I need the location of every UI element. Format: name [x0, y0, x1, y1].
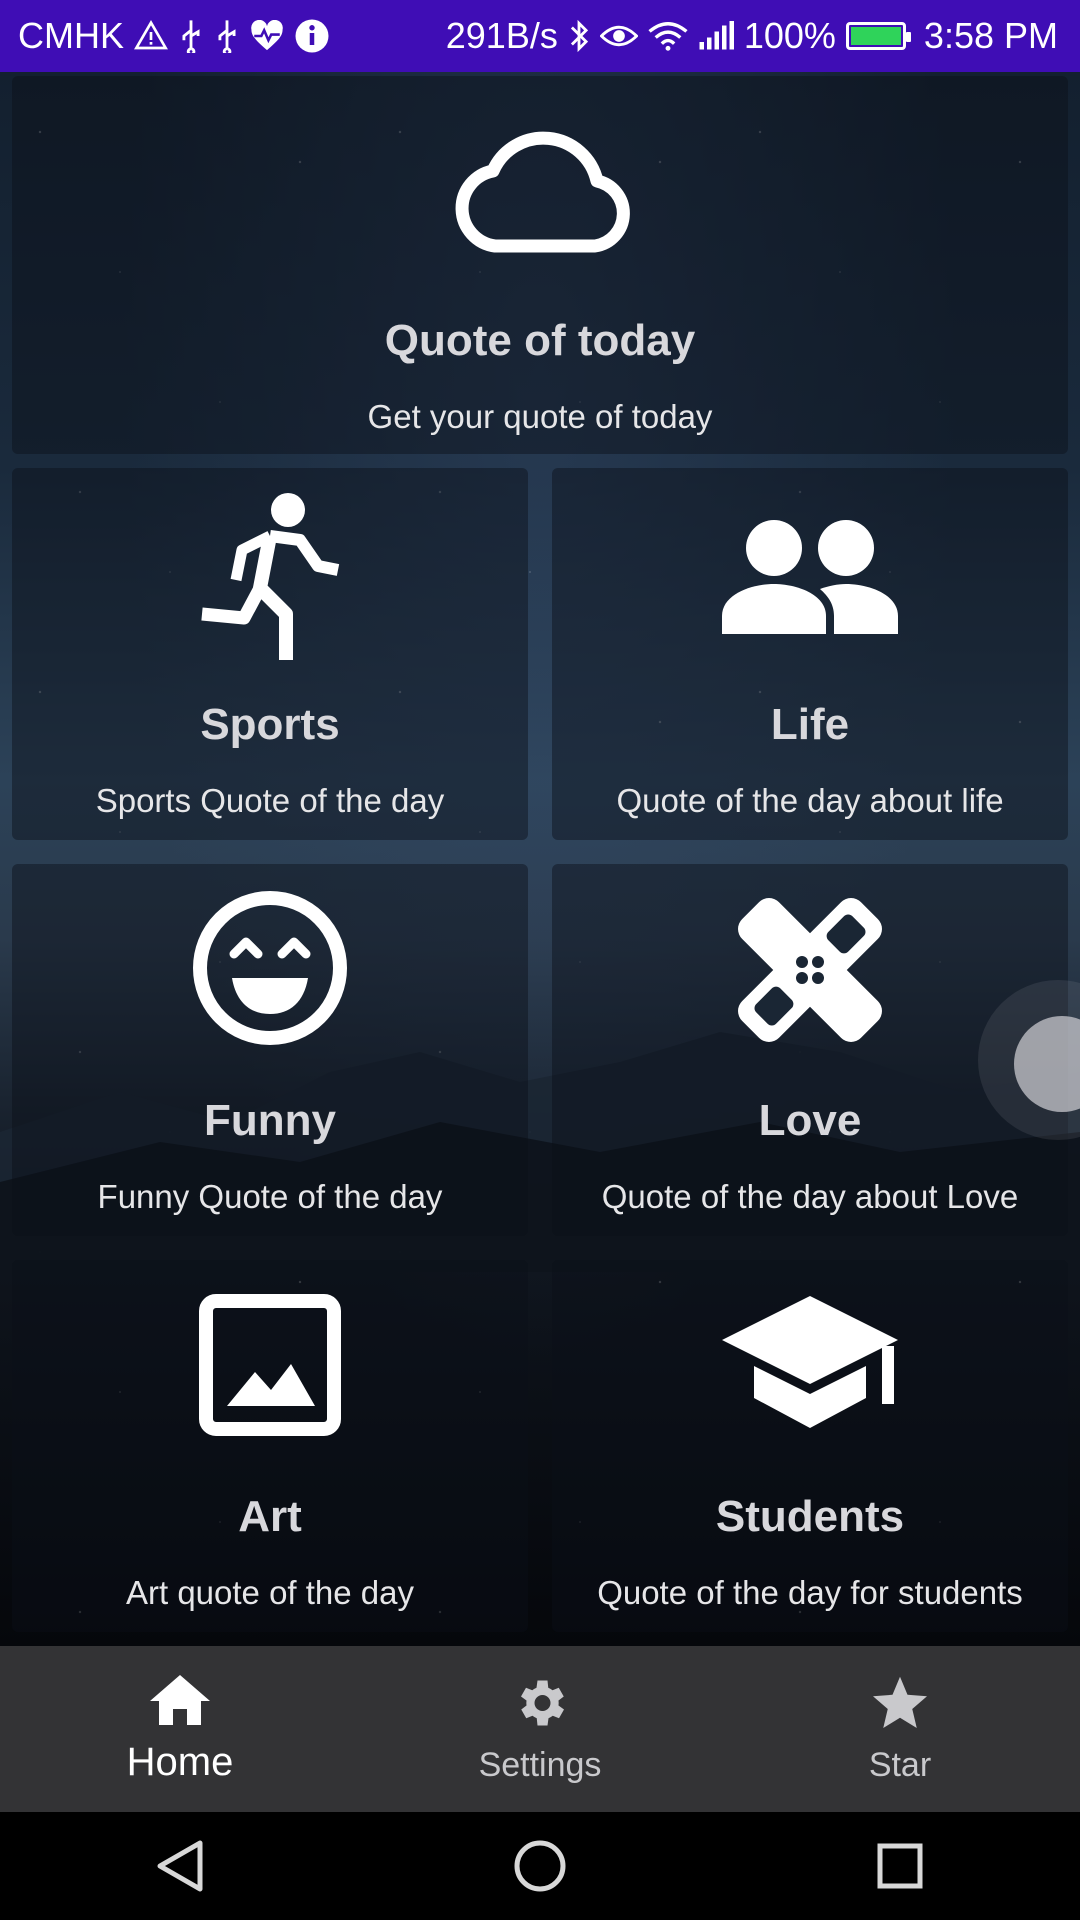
card-subtitle: Quote of the day about Love	[601, 1178, 1019, 1215]
usb-icon	[214, 19, 240, 53]
nav-home[interactable]: Home	[0, 1646, 360, 1812]
home-icon	[148, 1673, 212, 1732]
info-icon	[294, 18, 330, 54]
nav-home-label: Home	[126, 1740, 234, 1784]
status-right: 291B/s 100% 3:58 PM	[446, 15, 1058, 57]
eye-icon	[599, 21, 638, 51]
warning-icon	[134, 20, 168, 52]
gear-icon	[510, 1673, 570, 1738]
battery-icon	[845, 22, 911, 50]
battery-percent: 100%	[743, 15, 836, 56]
card-subtitle: Sports Quote of the day	[95, 782, 445, 819]
smiley-icon	[192, 890, 348, 1051]
card-sports[interactable]: Sports Sports Quote of the day	[12, 468, 528, 840]
clock: 3:58 PM	[923, 15, 1058, 56]
recents-button[interactable]	[720, 1842, 1080, 1890]
nav-settings[interactable]: Settings	[360, 1646, 720, 1812]
card-title: Quote of today	[384, 316, 696, 365]
star-icon	[869, 1673, 931, 1738]
bluetooth-icon	[568, 19, 590, 53]
back-button[interactable]	[0, 1839, 360, 1893]
card-title: Art	[238, 1492, 302, 1541]
bottom-navigation: Home Settings Star	[0, 1646, 1080, 1812]
card-subtitle: Get your quote of today	[367, 398, 713, 435]
card-subtitle: Quote of the day about life	[616, 782, 1004, 819]
card-title: Sports	[200, 700, 340, 749]
running-person-icon	[200, 488, 340, 668]
card-title: Life	[770, 700, 850, 749]
nav-star-label: Star	[868, 1746, 932, 1784]
home-circle-icon	[514, 1840, 566, 1892]
people-icon	[722, 516, 898, 639]
home-system-button[interactable]	[360, 1839, 720, 1893]
wifi-icon	[648, 20, 688, 52]
card-title: Funny	[204, 1096, 336, 1145]
nav-settings-label: Settings	[478, 1746, 602, 1784]
card-subtitle: Art quote of the day	[125, 1574, 415, 1611]
card-funny[interactable]: Funny Funny Quote of the day	[12, 864, 528, 1236]
heart-rate-icon	[250, 20, 284, 52]
carrier-label: CMHK	[18, 15, 124, 56]
recents-square-icon	[877, 1843, 923, 1889]
cloud-icon	[445, 126, 635, 261]
card-subtitle: Quote of the day for students	[597, 1574, 1023, 1611]
card-title: Students	[715, 1492, 905, 1541]
system-navigation-bar	[0, 1812, 1080, 1920]
card-subtitle: Funny Quote of the day	[97, 1178, 443, 1215]
usb-icon	[178, 19, 204, 53]
image-icon	[199, 1294, 341, 1441]
back-triangle-icon	[157, 1840, 203, 1892]
card-life[interactable]: Life Quote of the day about life	[552, 468, 1068, 840]
status-left: CMHK	[18, 15, 330, 57]
signal-icon	[698, 20, 734, 52]
card-students[interactable]: Students Quote of the day for students	[552, 1260, 1068, 1632]
card-quote-of-today[interactable]: Quote of today Get your quote of today	[12, 76, 1068, 454]
status-bar: CMHK 291B/s 100% 3:58 PM	[0, 0, 1080, 72]
graduation-cap-icon	[722, 1296, 898, 1441]
nav-star[interactable]: Star	[720, 1646, 1080, 1812]
card-art[interactable]: Art Art quote of the day	[12, 1260, 528, 1632]
network-speed: 291B/s	[445, 15, 558, 56]
main-content: Quote of today Get your quote of today S…	[0, 72, 1080, 1646]
bandage-icon	[730, 890, 890, 1055]
